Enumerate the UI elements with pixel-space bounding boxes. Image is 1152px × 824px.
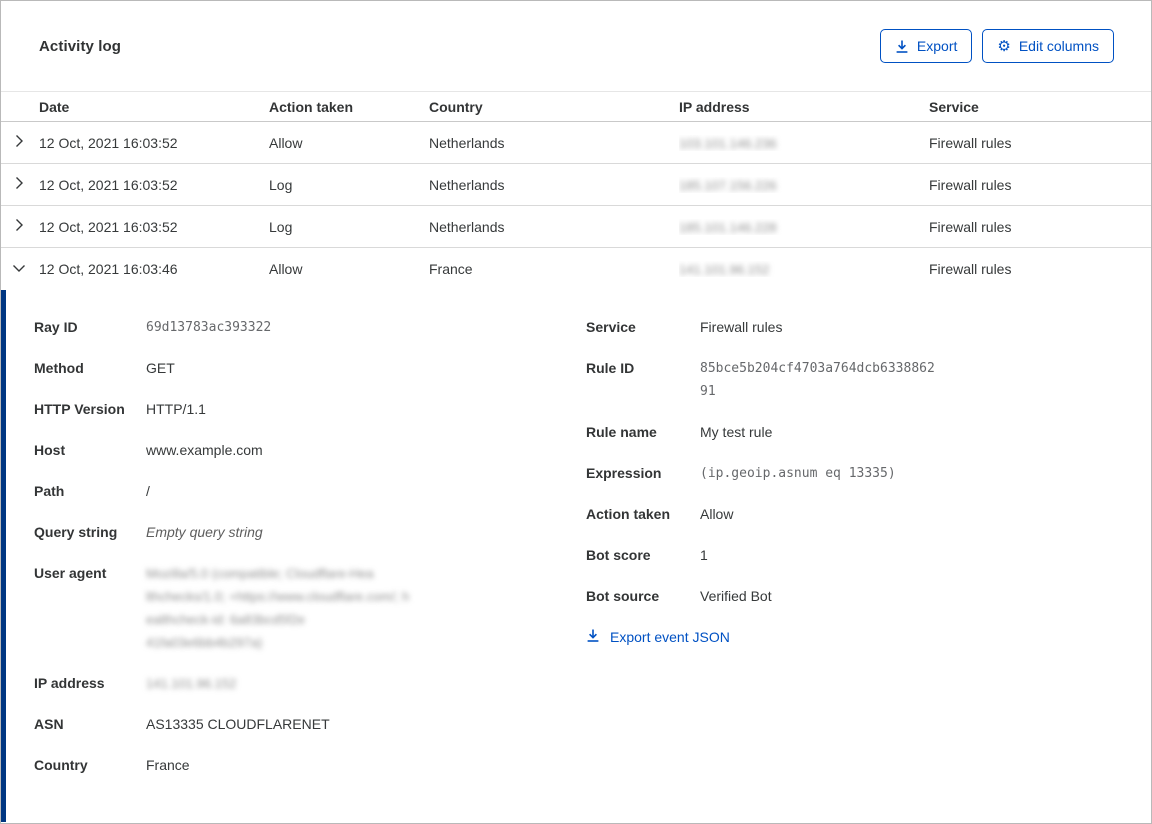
table-row-expanded[interactable]: 12 Oct, 2021 16:03:46 Allow France 141.1… (1, 248, 1151, 290)
row-service: Firewall rules (929, 261, 1012, 277)
table-row[interactable]: 12 Oct, 2021 16:03:52 Log Netherlands 18… (1, 164, 1151, 206)
bot-score-value: 1 (700, 547, 708, 563)
table-header-row: Date Action taken Country IP address Ser… (1, 92, 1151, 122)
expand-row-button[interactable] (10, 132, 28, 153)
row-country: Netherlands (429, 134, 505, 151)
country-value: France (146, 757, 190, 773)
download-icon (895, 39, 909, 54)
host-value: www.example.com (146, 442, 263, 458)
row-date: 12 Oct, 2021 16:03:52 (39, 134, 178, 151)
rule-id-value: 85bce5b204cf4703a764dcb633886291 (700, 361, 935, 399)
expression-value: (ip.geoip.asnum eq 13335) (700, 466, 896, 481)
user-agent-value-redacted: Mozilla/5.0 (compatible; Cloudflare-Hea … (146, 566, 410, 650)
detail-row-asn: ASN AS13335 CLOUDFLARENET (34, 713, 586, 736)
detail-row-ray-id: Ray ID 69d13783ac393322 (34, 316, 586, 339)
topbar-actions: Export ⚙ Edit columns (879, 29, 1114, 63)
expand-row-button[interactable] (10, 174, 28, 195)
row-service: Firewall rules (929, 176, 1012, 193)
detail-row-http-version: HTTP Version HTTP/1.1 (34, 398, 586, 421)
activity-log-table: Date Action taken Country IP address Ser… (1, 91, 1151, 290)
row-date: 12 Oct, 2021 16:03:46 (39, 261, 178, 277)
detail-row-path: Path / (34, 480, 586, 503)
column-header-action-taken: Action taken (269, 99, 354, 115)
detail-row-query-string: Query string Empty query string (34, 521, 586, 544)
row-date: 12 Oct, 2021 16:03:52 (39, 176, 178, 193)
edit-columns-button-label: Edit columns (1018, 38, 1099, 54)
row-ip-address-redacted: 103.101.146.236 (679, 135, 777, 151)
detail-row-country: Country France (34, 754, 586, 777)
row-action-taken: Allow (269, 261, 303, 277)
export-event-json-label: Export event JSON (610, 629, 730, 645)
detail-row-method: Method GET (34, 357, 586, 380)
topbar: Activity log Export ⚙ Edit columns (1, 1, 1151, 91)
collapse-row-button[interactable] (10, 259, 28, 280)
rule-name-value: My test rule (700, 424, 773, 440)
row-country: France (429, 261, 473, 277)
detail-row-expression: Expression (ip.geoip.asnum eq 13335) (586, 462, 1114, 485)
export-button-label: Export (916, 38, 958, 54)
row-country: Netherlands (429, 218, 505, 235)
activity-log-panel: Activity log Export ⚙ Edit columns Date … (0, 0, 1152, 824)
row-action-taken: Log (269, 218, 293, 235)
detail-row-ip-address: IP address 141.101.96.152 (34, 675, 237, 691)
detail-row-bot-score: Bot score 1 (586, 544, 1114, 567)
row-ip-address-redacted: 185.101.146.228 (679, 219, 777, 235)
chevron-right-icon (12, 218, 26, 235)
download-icon (586, 628, 600, 646)
gear-icon: ⚙ (997, 37, 1011, 55)
row-ip-address-redacted: 185.107.156.226 (679, 177, 777, 193)
event-detail-left-column: Ray ID 69d13783ac393322 Method GET HTTP … (34, 316, 586, 822)
chevron-down-icon (12, 261, 26, 278)
page-title: Activity log (39, 37, 122, 55)
column-header-ip-address: IP address (679, 99, 750, 115)
asn-value: AS13335 CLOUDFLARENET (146, 716, 330, 732)
row-ip-address-redacted: 141.101.96.152 (679, 262, 770, 277)
table-row[interactable]: 12 Oct, 2021 16:03:52 Log Netherlands 18… (1, 206, 1151, 248)
chevron-right-icon (12, 134, 26, 151)
export-button[interactable]: Export (879, 29, 973, 63)
edit-columns-button[interactable]: ⚙ Edit columns (982, 29, 1114, 63)
row-service: Firewall rules (929, 134, 1012, 151)
expand-row-button[interactable] (10, 216, 28, 237)
chevron-right-icon (12, 176, 26, 193)
detail-row-rule-name: Rule name My test rule (586, 421, 1114, 444)
ip-address-value-redacted: 141.101.96.152 (146, 676, 237, 691)
ray-id-value: 69d13783ac393322 (146, 320, 272, 335)
row-date: 12 Oct, 2021 16:03:52 (39, 218, 178, 235)
detail-row-action-taken: Action taken Allow (586, 503, 1114, 526)
action-taken-value: Allow (700, 506, 734, 522)
detail-row-host: Host www.example.com (34, 439, 586, 462)
detail-row-service: Service Firewall rules (586, 316, 1114, 339)
service-value: Firewall rules (700, 319, 783, 335)
method-value: GET (146, 360, 175, 376)
event-detail-panel: Ray ID 69d13783ac393322 Method GET HTTP … (1, 290, 1151, 822)
bot-source-value: Verified Bot (700, 588, 772, 604)
row-country: Netherlands (429, 176, 505, 193)
row-service: Firewall rules (929, 218, 1012, 235)
table-row[interactable]: 12 Oct, 2021 16:03:52 Allow Netherlands … (1, 122, 1151, 164)
row-action-taken: Allow (269, 134, 303, 151)
row-action-taken: Log (269, 176, 293, 193)
export-event-json-link[interactable]: Export event JSON (586, 628, 730, 646)
path-value: / (146, 483, 150, 499)
column-header-service: Service (929, 99, 979, 115)
detail-row-rule-id: Rule ID 85bce5b204cf4703a764dcb633886291 (586, 357, 1114, 403)
http-version-value: HTTP/1.1 (146, 401, 206, 417)
column-header-country: Country (429, 99, 483, 115)
event-detail-right-column: Service Firewall rules Rule ID 85bce5b20… (586, 316, 1114, 822)
query-string-value: Empty query string (146, 524, 263, 540)
column-header-date: Date (39, 99, 70, 115)
detail-row-bot-source: Bot source Verified Bot (586, 585, 1114, 608)
detail-row-user-agent: User agent Mozilla/5.0 (compatible; Clou… (34, 562, 586, 654)
